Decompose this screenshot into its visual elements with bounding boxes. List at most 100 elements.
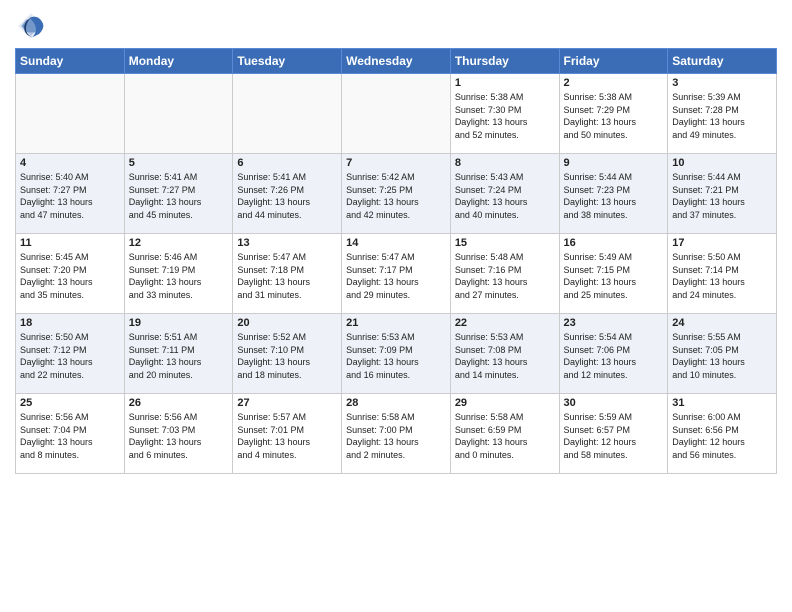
calendar-cell: 9 Sunrise: 5:44 AM Sunset: 7:23 PM Daylig…: [559, 154, 668, 234]
day-info: Sunrise: 5:57 AM Sunset: 7:01 PM Dayligh…: [237, 411, 337, 461]
calendar-cell: [342, 74, 451, 154]
day-number: 12: [129, 237, 229, 249]
day-number: 10: [672, 157, 772, 169]
day-info: Sunrise: 6:00 AM Sunset: 6:56 PM Dayligh…: [672, 411, 772, 461]
day-number: 18: [20, 317, 120, 329]
calendar-cell: 25 Sunrise: 5:56 AM Sunset: 7:04 PM Dayli…: [16, 394, 125, 474]
day-info: Sunrise: 5:59 AM Sunset: 6:57 PM Dayligh…: [564, 411, 664, 461]
day-number: 29: [455, 397, 555, 409]
weekday-header-monday: Monday: [124, 49, 233, 74]
calendar-cell: 17Sunrise: 5:50 AM Sunset: 7:14 PM Dayli…: [668, 234, 777, 314]
day-info: Sunrise: 5:48 AM Sunset: 7:16 PM Dayligh…: [455, 251, 555, 301]
calendar-cell: 30Sunrise: 5:59 AM Sunset: 6:57 PM Dayli…: [559, 394, 668, 474]
day-info: Sunrise: 5:43 AM Sunset: 7:24 PM Dayligh…: [455, 171, 555, 221]
day-number: 25: [20, 397, 120, 409]
day-number: 24: [672, 317, 772, 329]
calendar-cell: 15 Sunrise: 5:48 AM Sunset: 7:16 PM Dayli…: [450, 234, 559, 314]
calendar-cell: 22 Sunrise: 5:53 AM Sunset: 7:08 PM Dayli…: [450, 314, 559, 394]
day-number: 22: [455, 317, 555, 329]
calendar-week-3: 11 Sunrise: 5:45 AM Sunset: 7:20 PM Dayli…: [16, 234, 777, 314]
day-info: Sunrise: 5:49 AM Sunset: 7:15 PM Dayligh…: [564, 251, 664, 301]
day-number: 26: [129, 397, 229, 409]
day-info: Sunrise: 5:45 AM Sunset: 7:20 PM Dayligh…: [20, 251, 120, 301]
day-info: Sunrise: 5:53 AM Sunset: 7:08 PM Dayligh…: [455, 331, 555, 381]
day-info: Sunrise: 5:53 AM Sunset: 7:09 PM Dayligh…: [346, 331, 446, 381]
calendar-week-2: 4Sunrise: 5:40 AM Sunset: 7:27 PM Daylig…: [16, 154, 777, 234]
weekday-header-row: SundayMondayTuesdayWednesdayThursdayFrid…: [16, 49, 777, 74]
weekday-header-sunday: Sunday: [16, 49, 125, 74]
calendar-cell: 13 Sunrise: 5:47 AM Sunset: 7:18 PM Dayli…: [233, 234, 342, 314]
day-number: 2: [564, 77, 664, 89]
logo: [15, 10, 51, 42]
day-info: Sunrise: 5:40 AM Sunset: 7:27 PM Dayligh…: [20, 171, 120, 221]
calendar-cell: 29Sunrise: 5:58 AM Sunset: 6:59 PM Dayli…: [450, 394, 559, 474]
day-number: 1: [455, 77, 555, 89]
day-number: 3: [672, 77, 772, 89]
day-info: Sunrise: 5:38 AM Sunset: 7:29 PM Dayligh…: [564, 91, 664, 141]
calendar-week-1: 1 Sunrise: 5:38 AM Sunset: 7:30 PM Daylig…: [16, 74, 777, 154]
calendar-cell: 4Sunrise: 5:40 AM Sunset: 7:27 PM Daylig…: [16, 154, 125, 234]
day-number: 28: [346, 397, 446, 409]
weekday-header-friday: Friday: [559, 49, 668, 74]
calendar-cell: 6 Sunrise: 5:41 AM Sunset: 7:26 PM Daylig…: [233, 154, 342, 234]
day-info: Sunrise: 5:50 AM Sunset: 7:14 PM Dayligh…: [672, 251, 772, 301]
day-info: Sunrise: 5:46 AM Sunset: 7:19 PM Dayligh…: [129, 251, 229, 301]
day-number: 16: [564, 237, 664, 249]
calendar-cell: 8 Sunrise: 5:43 AM Sunset: 7:24 PM Daylig…: [450, 154, 559, 234]
calendar-week-5: 25 Sunrise: 5:56 AM Sunset: 7:04 PM Dayli…: [16, 394, 777, 474]
day-info: Sunrise: 5:47 AM Sunset: 7:17 PM Dayligh…: [346, 251, 446, 301]
day-info: Sunrise: 5:58 AM Sunset: 7:00 PM Dayligh…: [346, 411, 446, 461]
page-container: SundayMondayTuesdayWednesdayThursdayFrid…: [0, 0, 792, 484]
calendar-cell: 5Sunrise: 5:41 AM Sunset: 7:27 PM Daylig…: [124, 154, 233, 234]
day-number: 9: [564, 157, 664, 169]
calendar-cell: 26 Sunrise: 5:56 AM Sunset: 7:03 PM Dayli…: [124, 394, 233, 474]
calendar-cell: 11 Sunrise: 5:45 AM Sunset: 7:20 PM Dayli…: [16, 234, 125, 314]
day-info: Sunrise: 5:56 AM Sunset: 7:03 PM Dayligh…: [129, 411, 229, 461]
calendar-cell: 24 Sunrise: 5:55 AM Sunset: 7:05 PM Dayli…: [668, 314, 777, 394]
day-number: 15: [455, 237, 555, 249]
day-number: 20: [237, 317, 337, 329]
weekday-header-saturday: Saturday: [668, 49, 777, 74]
weekday-header-wednesday: Wednesday: [342, 49, 451, 74]
day-number: 31: [672, 397, 772, 409]
calendar-cell: 14 Sunrise: 5:47 AM Sunset: 7:17 PM Dayli…: [342, 234, 451, 314]
day-number: 8: [455, 157, 555, 169]
day-info: Sunrise: 5:44 AM Sunset: 7:21 PM Dayligh…: [672, 171, 772, 221]
day-number: 14: [346, 237, 446, 249]
day-number: 21: [346, 317, 446, 329]
day-number: 19: [129, 317, 229, 329]
logo-icon: [15, 10, 47, 42]
day-info: Sunrise: 5:39 AM Sunset: 7:28 PM Dayligh…: [672, 91, 772, 141]
day-number: 11: [20, 237, 120, 249]
calendar-cell: [233, 74, 342, 154]
calendar-cell: 16 Sunrise: 5:49 AM Sunset: 7:15 PM Dayli…: [559, 234, 668, 314]
weekday-header-thursday: Thursday: [450, 49, 559, 74]
calendar-cell: 31 Sunrise: 6:00 AM Sunset: 6:56 PM Dayli…: [668, 394, 777, 474]
calendar-table: SundayMondayTuesdayWednesdayThursdayFrid…: [15, 48, 777, 474]
calendar-cell: 20 Sunrise: 5:52 AM Sunset: 7:10 PM Dayli…: [233, 314, 342, 394]
calendar-cell: 2 Sunrise: 5:38 AM Sunset: 7:29 PM Daylig…: [559, 74, 668, 154]
calendar-cell: 12 Sunrise: 5:46 AM Sunset: 7:19 PM Dayli…: [124, 234, 233, 314]
calendar-cell: 23 Sunrise: 5:54 AM Sunset: 7:06 PM Dayli…: [559, 314, 668, 394]
weekday-header-tuesday: Tuesday: [233, 49, 342, 74]
day-info: Sunrise: 5:41 AM Sunset: 7:26 PM Dayligh…: [237, 171, 337, 221]
day-info: Sunrise: 5:44 AM Sunset: 7:23 PM Dayligh…: [564, 171, 664, 221]
day-info: Sunrise: 5:52 AM Sunset: 7:10 PM Dayligh…: [237, 331, 337, 381]
day-info: Sunrise: 5:51 AM Sunset: 7:11 PM Dayligh…: [129, 331, 229, 381]
calendar-cell: [16, 74, 125, 154]
day-number: 27: [237, 397, 337, 409]
day-info: Sunrise: 5:54 AM Sunset: 7:06 PM Dayligh…: [564, 331, 664, 381]
calendar-cell: 10 Sunrise: 5:44 AM Sunset: 7:21 PM Dayli…: [668, 154, 777, 234]
day-info: Sunrise: 5:55 AM Sunset: 7:05 PM Dayligh…: [672, 331, 772, 381]
calendar-cell: 7Sunrise: 5:42 AM Sunset: 7:25 PM Daylig…: [342, 154, 451, 234]
day-info: Sunrise: 5:56 AM Sunset: 7:04 PM Dayligh…: [20, 411, 120, 461]
day-info: Sunrise: 5:38 AM Sunset: 7:30 PM Dayligh…: [455, 91, 555, 141]
day-info: Sunrise: 5:47 AM Sunset: 7:18 PM Dayligh…: [237, 251, 337, 301]
calendar-cell: 1 Sunrise: 5:38 AM Sunset: 7:30 PM Daylig…: [450, 74, 559, 154]
header: [15, 10, 777, 42]
calendar-cell: 18Sunrise: 5:50 AM Sunset: 7:12 PM Dayli…: [16, 314, 125, 394]
day-number: 5: [129, 157, 229, 169]
day-number: 13: [237, 237, 337, 249]
day-number: 6: [237, 157, 337, 169]
day-number: 23: [564, 317, 664, 329]
